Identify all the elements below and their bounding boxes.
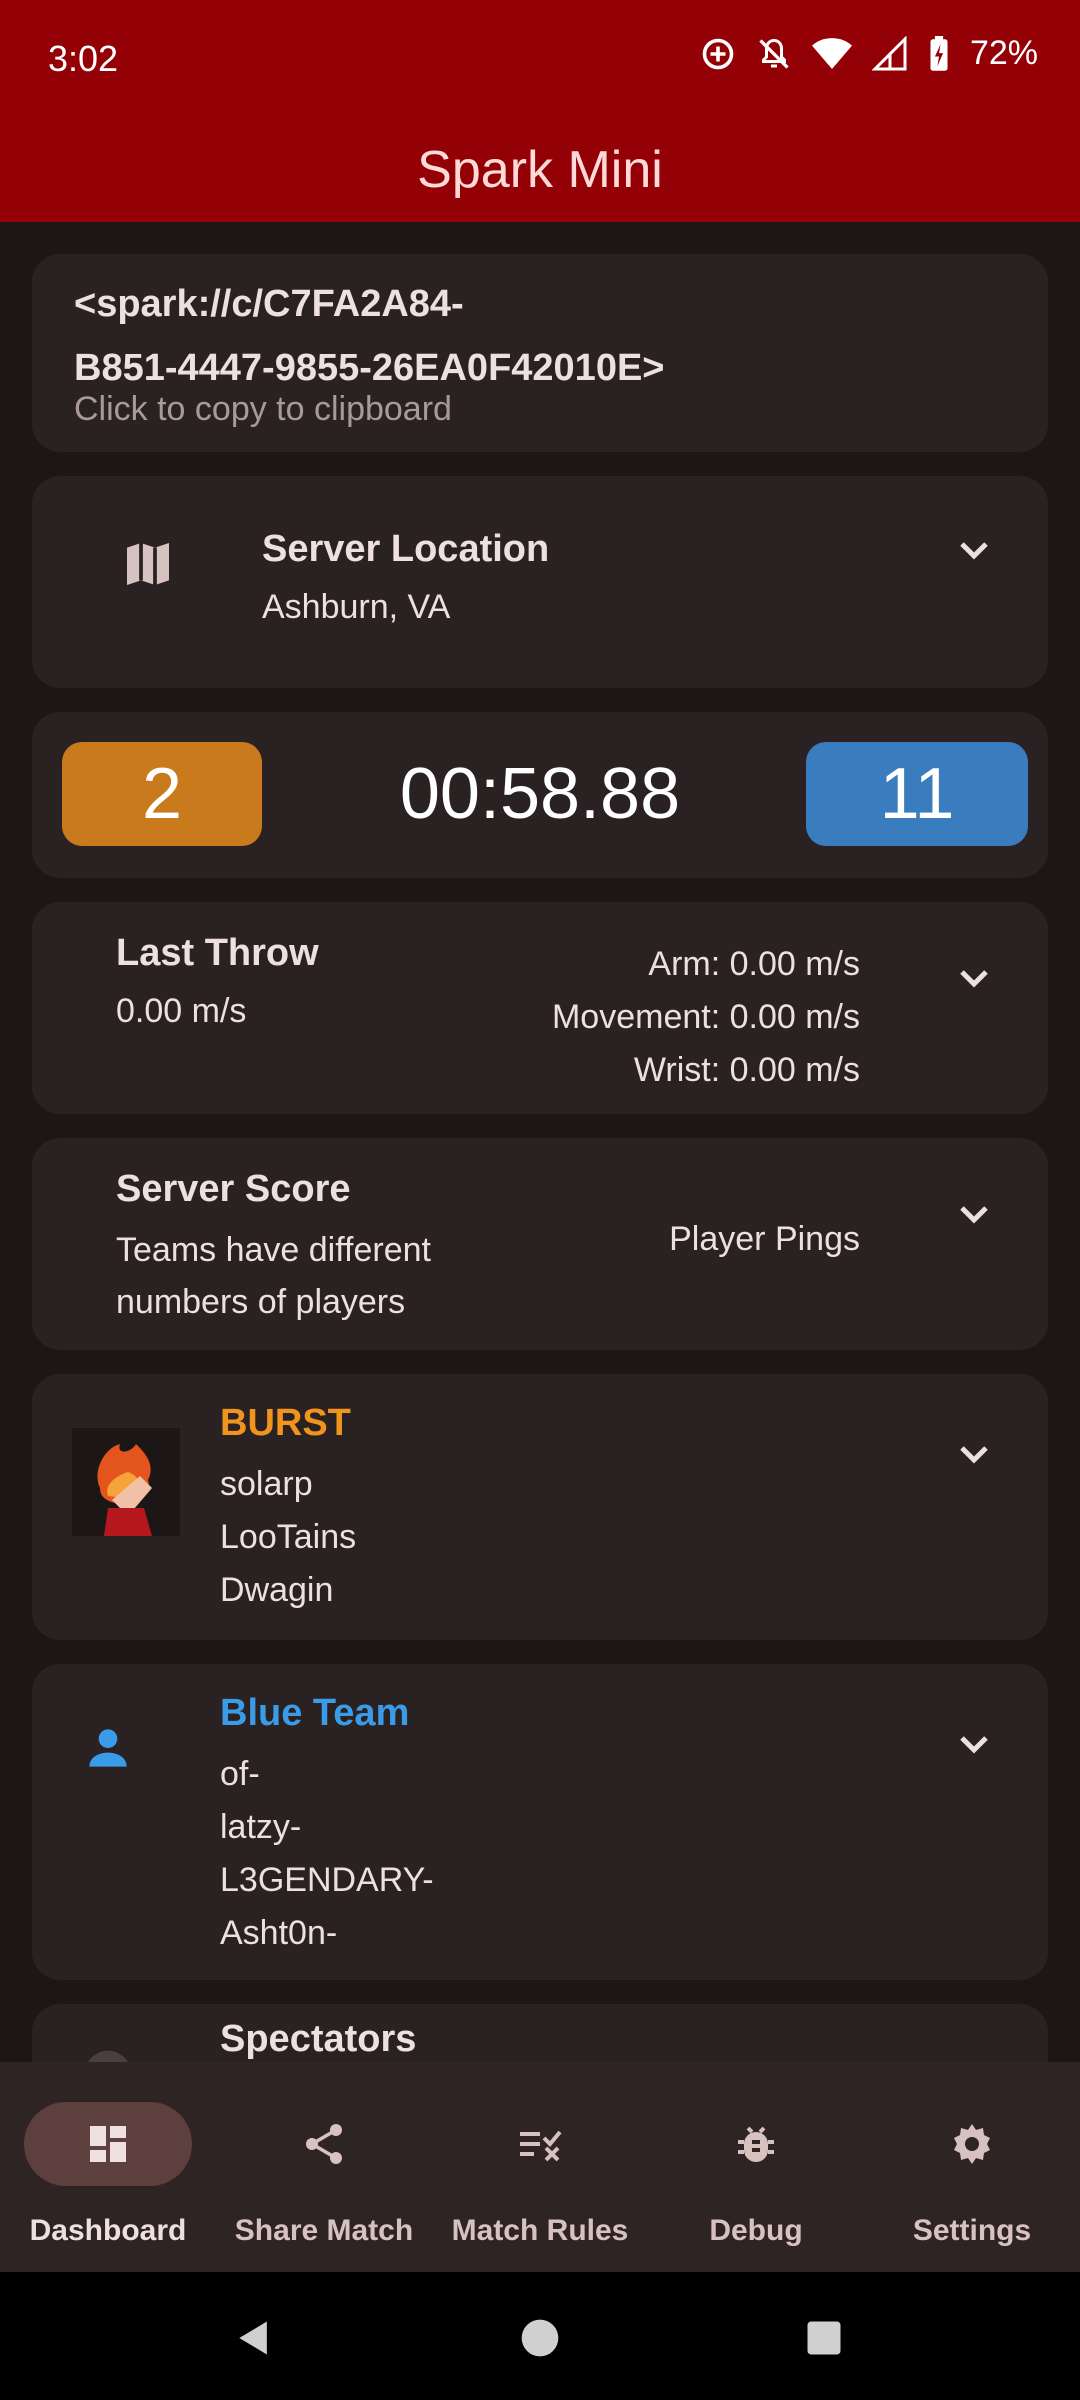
server-location-title: Server Location [262, 528, 550, 570]
chevron-down-icon[interactable] [950, 526, 998, 574]
back-icon[interactable] [232, 2316, 276, 2360]
target-icon [702, 38, 734, 69]
bottom-navigation: Dashboard Share Match Match Rules Debug … [0, 2062, 1080, 2272]
wrist-speed: Wrist: 0.00 m/s [633, 1051, 860, 1089]
nav-debug[interactable]: Debug [648, 2062, 864, 2272]
status-bar: 3:02 72% [0, 0, 1080, 120]
bug-icon [738, 2126, 774, 2162]
app-title: Spark Mini [0, 120, 1080, 222]
status-icons: 72% [700, 34, 1038, 73]
share-icon [306, 2124, 342, 2164]
rules-icon [520, 2130, 562, 2162]
server-score-line-2: numbers of players [116, 1283, 406, 1321]
nav-match-rules[interactable]: Match Rules [432, 2062, 648, 2272]
status-time: 3:02 [48, 38, 119, 79]
battery-icon [930, 35, 948, 71]
notifications-off-icon [759, 38, 789, 69]
battery-percent: 72% [969, 34, 1038, 72]
chevron-down-icon[interactable] [950, 1190, 998, 1238]
server-score-line-1: Teams have different [116, 1231, 431, 1269]
player-name: LooTains [220, 1518, 357, 1556]
server-location-card[interactable]: Server Location Ashburn, VA [32, 476, 1048, 688]
recents-icon[interactable] [802, 2316, 846, 2360]
player-name: Dwagin [220, 1571, 334, 1609]
nav-dashboard[interactable]: Dashboard [0, 2062, 216, 2272]
wifi-icon [811, 37, 852, 69]
nav-label: Share Match [234, 2214, 414, 2247]
match-clock: 00:58.88 [399, 754, 681, 834]
chevron-down-icon[interactable] [950, 1430, 998, 1478]
orange-score: 2 [62, 742, 262, 846]
player-name: latzy- [220, 1808, 302, 1846]
player-name: Asht0n- [220, 1914, 338, 1952]
nav-settings[interactable]: Settings [864, 2062, 1080, 2272]
last-throw-card[interactable]: Last Throw 0.00 m/s Arm: 0.00 m/s Moveme… [32, 902, 1048, 1114]
team-logo [72, 1428, 180, 1536]
player-name: of- [220, 1755, 260, 1793]
signal-icon [871, 35, 907, 70]
chevron-down-icon[interactable] [950, 1720, 998, 1768]
server-score-card[interactable]: Server Score Teams have different number… [32, 1138, 1048, 1350]
server-score-title: Server Score [116, 1168, 351, 1210]
person-icon [89, 1729, 127, 1767]
server-location-value: Ashburn, VA [262, 588, 451, 626]
blue-team-card[interactable]: Blue Team of- latzy- L3GENDARY- Asht0n- [32, 1664, 1048, 1980]
spark-link-card[interactable]: <spark://c/C7FA2A84- B851-4447-9855-26EA… [32, 254, 1048, 452]
player-pings: Player Pings [669, 1220, 860, 1258]
nav-label: Settings [912, 2214, 1032, 2247]
spark-link-line-1: <spark://c/C7FA2A84- [74, 283, 464, 325]
player-name: solarp [220, 1465, 313, 1503]
map-icon [127, 543, 169, 585]
dashboard-content[interactable]: <spark://c/C7FA2A84- B851-4447-9855-26EA… [0, 222, 1080, 2062]
copy-hint: Click to copy to clipboard [74, 390, 452, 428]
nav-label: Dashboard [29, 2214, 187, 2247]
last-throw-title: Last Throw [116, 932, 319, 974]
blue-team-name: Blue Team [220, 1692, 410, 1734]
arm-speed: Arm: 0.00 m/s [648, 945, 860, 983]
nav-label: Debug [709, 2214, 803, 2247]
blue-score: 11 [806, 742, 1028, 846]
nav-share-match[interactable]: Share Match [216, 2062, 432, 2272]
spectators-title: Spectators [220, 2018, 417, 2060]
chevron-down-icon[interactable] [950, 954, 998, 1002]
spectators-card[interactable]: Spectators [32, 2004, 1048, 2062]
dashboard-icon [90, 2126, 126, 2162]
player-name: L3GENDARY- [220, 1861, 434, 1899]
spectator-icon [87, 2050, 129, 2062]
last-throw-value: 0.00 m/s [116, 992, 247, 1030]
movement-speed: Movement: 0.00 m/s [551, 998, 860, 1036]
nav-label: Match Rules [451, 2214, 629, 2247]
gear-icon [954, 2124, 990, 2164]
orange-team-card[interactable]: BURST solarp LooTains Dwagin [32, 1374, 1048, 1640]
home-icon[interactable] [518, 2316, 562, 2360]
orange-team-name: BURST [220, 1402, 351, 1444]
system-navigation-bar [0, 2272, 1080, 2400]
